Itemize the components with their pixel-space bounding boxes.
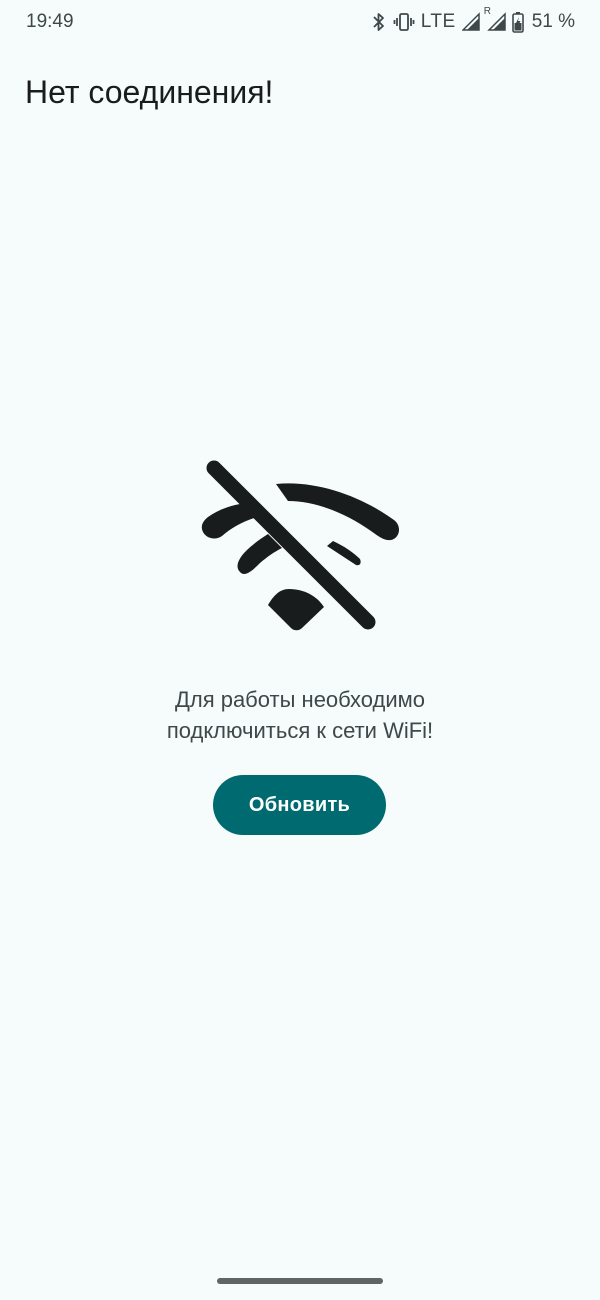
roaming-label: R [483,6,491,17]
signal-icon [461,12,480,32]
status-time: 19:49 [26,11,74,32]
screen: 19:49 LTE R 51 % Нет соединения! Для раб… [0,0,600,1300]
message-line-2: подключиться к сети WiFi! [166,718,434,743]
message-line-1: Для работы необходимо [174,687,426,712]
signal-roaming-icon: R [484,6,506,32]
network-type: LTE [420,11,456,32]
battery-charging-icon [511,11,524,33]
refresh-button[interactable]: Обновить [213,775,386,835]
status-bar: 19:49 LTE R 51 % [0,0,600,44]
no-connection-message: Для работы необходимо подключиться к сет… [50,684,550,746]
status-icons: LTE R 51 % [371,6,575,33]
battery-percent: 51 % [531,11,575,32]
gesture-navigation-bar[interactable] [217,1278,383,1284]
page-title: Нет соединения! [25,74,274,110]
wifi-off-icon [196,456,406,636]
bluetooth-icon [371,11,387,33]
vibrate-icon [393,11,415,33]
